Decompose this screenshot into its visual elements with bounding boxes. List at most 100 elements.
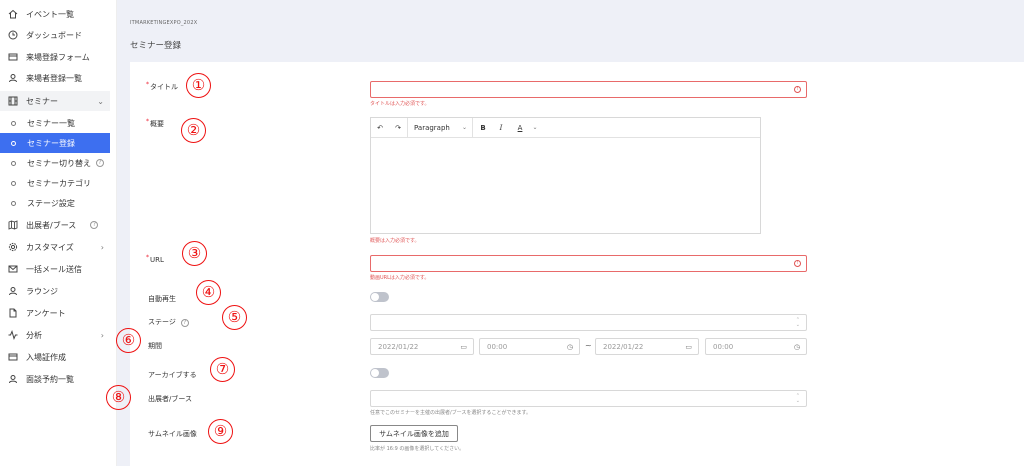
sidebar-item-stage-settings[interactable]: ステージ設定: [0, 193, 110, 213]
user-icon: [8, 374, 18, 384]
editor-toolbar: ↶ ↷ Paragraph ⌄ B I A ⌄: [371, 117, 760, 138]
calendar-icon: ▭: [685, 343, 692, 351]
end-time-input[interactable]: 00:00 ◷: [705, 338, 807, 355]
clock-icon: ◷: [793, 343, 800, 351]
annotation-8: ⑧: [106, 385, 131, 410]
calendar-icon: ▭: [460, 343, 467, 351]
annotation-3: ③: [182, 241, 207, 266]
sidebar: イベント一覧 ダッシュボード 来場登録フォーム 来場者登録一覧 セミナー ⌄ セ…: [0, 0, 117, 466]
sidebar-item-label: 分析: [26, 330, 42, 340]
url-input[interactable]: !: [370, 255, 807, 272]
font-color-button[interactable]: A: [509, 118, 531, 138]
add-thumbnail-button[interactable]: サムネイル画像を追加: [370, 425, 458, 442]
sidebar-item-lounge[interactable]: ラウンジ: [0, 281, 110, 301]
clock-icon: [8, 30, 18, 40]
summary-label: *概要: [146, 118, 164, 128]
sidebar-item-label: イベント一覧: [26, 9, 74, 19]
redo-button[interactable]: ↷: [389, 118, 407, 138]
sidebar-item-bulk-mail[interactable]: 一括メール送信: [0, 259, 110, 279]
exhibitor-label: 出展者/ブース: [148, 395, 193, 403]
start-time-value: 00:00: [487, 342, 508, 351]
period-label: 期間: [148, 342, 162, 350]
sidebar-item-visitor-list[interactable]: 来場者登録一覧: [0, 68, 110, 88]
summary-editor[interactable]: ↶ ↷ Paragraph ⌄ B I A ⌄: [370, 117, 761, 234]
sidebar-item-seminar-switch[interactable]: セミナー切り替え ?: [0, 153, 110, 173]
sidebar-item-label: ダッシュボード: [26, 30, 82, 40]
card-icon: [8, 352, 18, 362]
film-icon: [8, 96, 18, 106]
thumbnail-hint: 比率が 16:9 の画像を選択してください。: [370, 446, 465, 452]
sidebar-item-label: セミナー: [26, 96, 58, 106]
exhibitor-hint: 任意でこのセミナーを主催の出展者/ブースを選択することができます。: [370, 410, 531, 416]
sidebar-item-exhibitor[interactable]: 出展者/ブース ?: [0, 215, 110, 235]
sidebar-item-event-list[interactable]: イベント一覧: [0, 4, 110, 24]
help-icon[interactable]: ?: [96, 159, 104, 167]
sidebar-item-label: セミナー切り替え: [27, 158, 91, 168]
sidebar-item-seminar-register[interactable]: セミナー登録: [0, 133, 110, 153]
sidebar-item-dashboard[interactable]: ダッシュボード: [0, 25, 110, 45]
stage-select[interactable]: ⌃ ⌄: [370, 314, 807, 331]
italic-button[interactable]: I: [493, 118, 509, 138]
format-select[interactable]: Paragraph ⌄: [408, 118, 472, 138]
chevron-right-icon: ›: [100, 330, 104, 340]
sidebar-item-meeting-list[interactable]: 面談予約一覧: [0, 369, 110, 389]
chevron-down-icon: ⌄: [461, 124, 467, 131]
undo-button[interactable]: ↶: [371, 118, 389, 138]
end-date-input[interactable]: 2022/01/22 ▭: [595, 338, 699, 355]
archive-label: アーカイブする: [148, 371, 197, 379]
annotation-9: ⑨: [208, 419, 233, 444]
summary-error: 概要は入力必須です。: [370, 238, 420, 244]
autoplay-toggle[interactable]: [370, 292, 389, 302]
sidebar-item-customize[interactable]: カスタマイズ ›: [0, 237, 110, 257]
select-arrows-icon: ⌃ ⌄: [795, 393, 800, 404]
exhibitor-select[interactable]: ⌃ ⌄: [370, 390, 807, 407]
chevron-right-icon: ›: [100, 242, 104, 252]
breadcrumb[interactable]: ITMARKETINGEXPO_202X: [130, 20, 197, 26]
sidebar-item-registration-form[interactable]: 来場登録フォーム: [0, 47, 110, 67]
sidebar-item-survey[interactable]: アンケート: [0, 303, 110, 323]
sidebar-item-label: ステージ設定: [27, 198, 75, 208]
chevron-down-icon: ⌄: [532, 124, 538, 131]
sidebar-item-seminar[interactable]: セミナー ⌄: [0, 91, 110, 111]
help-icon[interactable]: ?: [180, 319, 189, 327]
sidebar-item-analytics[interactable]: 分析 ›: [0, 325, 110, 345]
annotation-5: ⑤: [222, 305, 247, 330]
user-icon: [8, 73, 18, 83]
user-icon: [8, 286, 18, 296]
sidebar-item-label: 出展者/ブース: [26, 220, 77, 230]
title-input[interactable]: !: [370, 81, 807, 98]
bold-button[interactable]: B: [473, 118, 493, 138]
help-icon[interactable]: ?: [90, 221, 99, 229]
sidebar-item-label: ラウンジ: [26, 286, 58, 296]
activity-icon: [8, 330, 18, 340]
thumbnail-label: サムネイル画像: [148, 430, 197, 438]
page-title: セミナー登録: [130, 41, 182, 51]
sidebar-item-label: セミナー一覧: [27, 118, 75, 128]
bullet-icon: [11, 140, 16, 146]
title-label: *タイトル: [146, 81, 178, 91]
sidebar-item-admission-badge[interactable]: 入場証作成: [0, 347, 110, 367]
end-time-value: 00:00: [713, 342, 734, 351]
start-time-input[interactable]: 00:00 ◷: [479, 338, 580, 355]
annotation-4: ④: [196, 280, 221, 305]
sidebar-item-label: 来場者登録一覧: [26, 73, 82, 83]
archive-toggle[interactable]: [370, 368, 389, 378]
end-date-value: 2022/01/22: [603, 342, 644, 351]
annotation-2: ②: [181, 118, 206, 143]
annotation-1: ①: [186, 73, 211, 98]
autoplay-label: 自動再生: [148, 295, 176, 303]
sidebar-item-label: 一括メール送信: [26, 264, 82, 274]
start-date-value: 2022/01/22: [378, 342, 419, 351]
annotation-6: ⑥: [116, 328, 141, 353]
start-date-input[interactable]: 2022/01/22 ▭: [370, 338, 474, 355]
bullet-icon: [11, 200, 16, 206]
sidebar-item-label: 入場証作成: [26, 352, 66, 362]
sidebar-item-label: アンケート: [26, 308, 66, 318]
home-icon: [8, 9, 18, 19]
stage-label: ステージ?: [148, 317, 189, 327]
sidebar-item-seminar-category[interactable]: セミナーカテゴリ: [0, 173, 110, 193]
sidebar-item-seminar-list[interactable]: セミナー一覧: [0, 113, 110, 133]
error-icon: !: [794, 260, 801, 267]
sidebar-item-label: 来場登録フォーム: [26, 52, 90, 62]
bullet-icon: [11, 180, 16, 186]
